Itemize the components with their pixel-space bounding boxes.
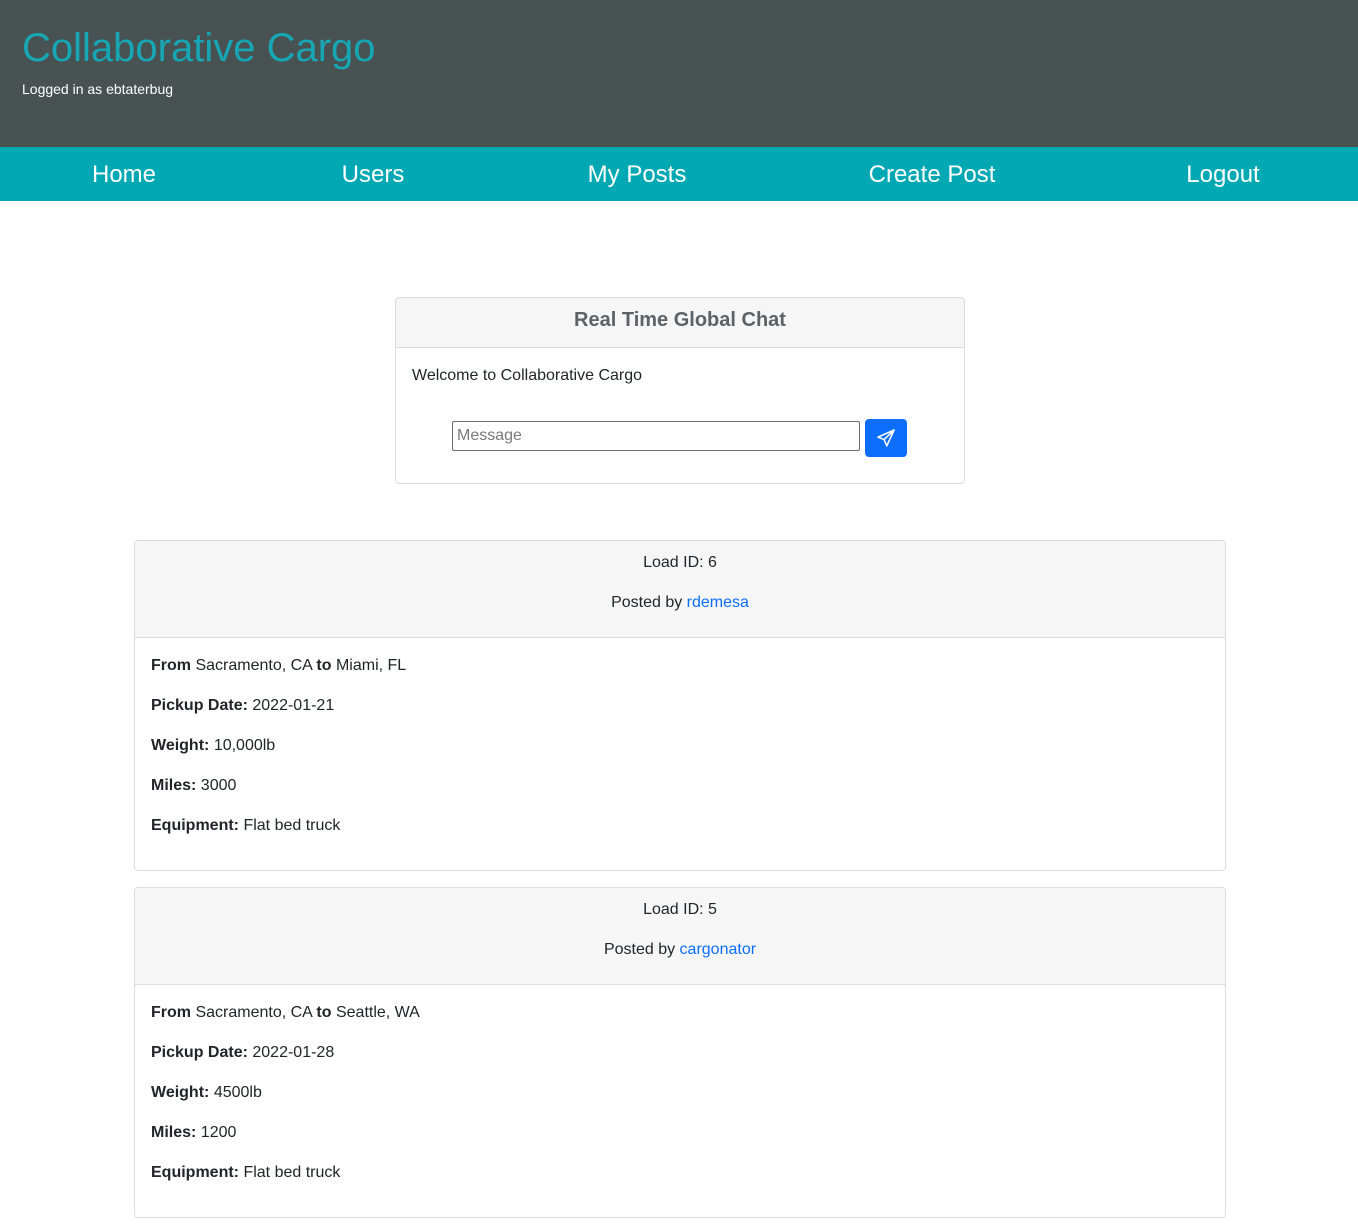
load-id-label: Load ID:: [643, 901, 704, 918]
origin-value: Sacramento, CA: [195, 1004, 312, 1021]
load-id: Load ID: 5: [135, 900, 1225, 920]
destination-value: Miami, FL: [335, 657, 407, 674]
login-status: Logged in as ebtaterbug: [22, 81, 174, 97]
weight-row: Weight: 4500lb: [151, 1083, 262, 1103]
weight-row: Weight: 10,000lb: [151, 736, 275, 756]
equipment-row: Equipment: Flat bed truck: [151, 1163, 340, 1183]
site-header: Collaborative Cargo Logged in as ebtater…: [0, 0, 1358, 147]
miles-value: 3000: [200, 777, 237, 794]
post-header: Load ID: 5 Posted by cargonator: [135, 888, 1225, 985]
nav-my-posts-link[interactable]: My Posts: [588, 147, 687, 201]
equipment-row: Equipment: Flat bed truck: [151, 816, 340, 836]
miles-value: 1200: [200, 1124, 237, 1141]
posted-by: Posted by rdemesa: [135, 593, 1225, 613]
route-row: From Sacramento, CA to Miami, FL: [151, 656, 406, 676]
weight-label: Weight:: [151, 737, 210, 754]
origin-value: Sacramento, CA: [195, 657, 312, 674]
equipment-value: Flat bed truck: [243, 1164, 341, 1181]
route-row: From Sacramento, CA to Seattle, WA: [151, 1003, 420, 1023]
miles-row: Miles: 3000: [151, 776, 236, 796]
nav-create-post-link[interactable]: Create Post: [869, 147, 996, 201]
poster-link[interactable]: cargonator: [680, 941, 757, 958]
nav-logout-link[interactable]: Logout: [1186, 147, 1259, 201]
send-message-button[interactable]: [865, 419, 907, 457]
chat-message-input[interactable]: [452, 421, 860, 451]
weight-value: 4500lb: [213, 1084, 262, 1101]
miles-label: Miles:: [151, 1124, 197, 1141]
miles-label: Miles:: [151, 777, 197, 794]
paper-plane-icon: [877, 429, 895, 447]
main-navbar: Home Users My Posts Create Post Logout: [0, 147, 1358, 201]
from-label: From: [151, 1004, 191, 1021]
weight-label: Weight:: [151, 1084, 210, 1101]
site-title: Collaborative Cargo: [22, 26, 376, 70]
weight-value: 10,000lb: [213, 737, 276, 754]
pickup-date-label: Pickup Date:: [151, 697, 248, 714]
posted-by-label: Posted by: [603, 941, 676, 958]
pickup-date-value: 2022-01-21: [252, 697, 335, 714]
chat-card: Real Time Global Chat Welcome to Collabo…: [395, 297, 965, 484]
load-id-value: 6: [708, 554, 717, 571]
load-id-value: 5: [708, 901, 717, 918]
to-label: to: [316, 657, 332, 674]
pickup-date-label: Pickup Date:: [151, 1044, 248, 1061]
load-post-card: Load ID: 5 Posted by cargonator From Sac…: [134, 887, 1226, 1218]
chat-title: Real Time Global Chat: [396, 298, 964, 348]
miles-row: Miles: 1200: [151, 1123, 236, 1143]
post-body: From Sacramento, CA to Seattle, WA Picku…: [135, 985, 1225, 1217]
post-body: From Sacramento, CA to Miami, FL Pickup …: [135, 638, 1225, 870]
load-id-label: Load ID:: [643, 554, 704, 571]
post-header: Load ID: 6 Posted by rdemesa: [135, 541, 1225, 638]
pickup-date-row: Pickup Date: 2022-01-21: [151, 696, 334, 716]
poster-link[interactable]: rdemesa: [687, 594, 749, 611]
equipment-label: Equipment:: [151, 1164, 239, 1181]
load-post-card: Load ID: 6 Posted by rdemesa From Sacram…: [134, 540, 1226, 871]
equipment-label: Equipment:: [151, 817, 239, 834]
from-label: From: [151, 657, 191, 674]
load-id: Load ID: 6: [135, 553, 1225, 573]
chat-message: Welcome to Collaborative Cargo: [412, 367, 643, 384]
pickup-date-value: 2022-01-28: [252, 1044, 335, 1061]
nav-home-link[interactable]: Home: [92, 147, 156, 201]
destination-value: Seattle, WA: [335, 1004, 420, 1021]
posted-by: Posted by cargonator: [135, 940, 1225, 960]
pickup-date-row: Pickup Date: 2022-01-28: [151, 1043, 334, 1063]
posted-by-label: Posted by: [611, 594, 683, 611]
to-label: to: [316, 1004, 332, 1021]
nav-users-link[interactable]: Users: [342, 147, 405, 201]
equipment-value: Flat bed truck: [243, 817, 341, 834]
